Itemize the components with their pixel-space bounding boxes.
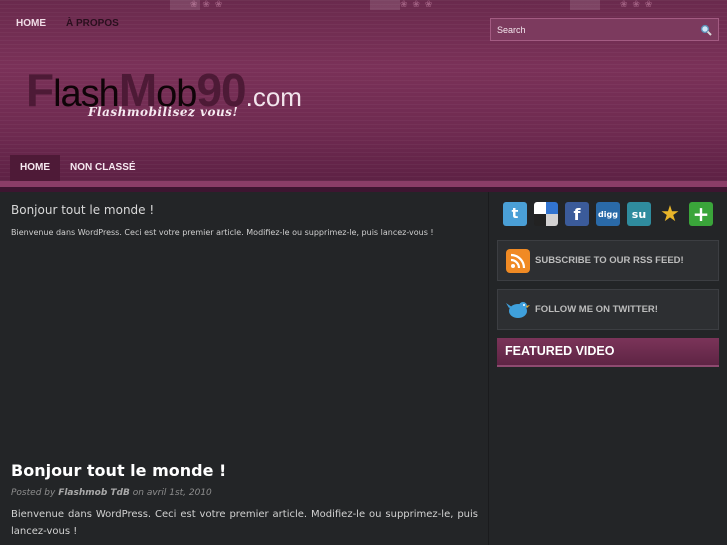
logo-tagline: Flashmobilisez vous! xyxy=(88,105,239,119)
stumbleupon-icon[interactable]: su xyxy=(627,202,651,226)
post-date: avril 1st, 2010 xyxy=(146,488,212,498)
main-nav-home[interactable]: HOME xyxy=(10,155,60,182)
facebook-icon[interactable]: f xyxy=(565,202,589,226)
header-ornament: ❀ ❀ ❀ ❀ ❀ ❀ ❀ ❀ ❀ xyxy=(0,0,727,10)
site-header: ❀ ❀ ❀ ❀ ❀ ❀ ❀ ❀ ❀ HOME À PROPOS FlashMob… xyxy=(0,0,727,192)
top-nav-home[interactable]: HOME xyxy=(16,18,46,29)
social-icons: t f digg su ★ + xyxy=(503,202,713,227)
search-icon[interactable] xyxy=(697,21,715,39)
add-plus-icon[interactable]: + xyxy=(689,202,713,226)
main-nav: HOME NON CLASSÉ xyxy=(10,155,146,182)
post-author-link[interactable]: Flashmob TdB xyxy=(58,488,130,498)
post-meta-on: on xyxy=(132,488,144,498)
twitter-icon[interactable]: t xyxy=(503,202,527,226)
main-content: Bonjour tout le monde ! Bienvenue dans W… xyxy=(0,192,489,545)
main-nav-non-classe[interactable]: NON CLASSÉ xyxy=(60,155,146,182)
sidebar: t f digg su ★ + SUBSCRIBE TO OUR RSS FEE… xyxy=(490,192,727,545)
featured-video-heading: FEATURED VIDEO xyxy=(497,338,719,367)
delicious-icon[interactable] xyxy=(534,202,558,226)
twitter-follow-label: FOLLOW ME ON TWITTER! xyxy=(535,304,658,315)
post-title[interactable]: Bonjour tout le monde ! xyxy=(11,461,226,480)
top-nav-a-propos[interactable]: À PROPOS xyxy=(66,18,119,29)
featured-excerpt-text: Bienvenue dans WordPress. Ceci est votre… xyxy=(11,228,434,237)
search-input[interactable] xyxy=(491,19,697,40)
rss-subscribe-box[interactable]: SUBSCRIBE TO OUR RSS FEED! xyxy=(497,240,719,281)
featured-excerpt-title[interactable]: Bonjour tout le monde ! xyxy=(11,203,154,217)
twitter-follow-box[interactable]: FOLLOW ME ON TWITTER! xyxy=(497,289,719,330)
favorite-star-icon[interactable]: ★ xyxy=(658,202,682,227)
twitter-bird-icon xyxy=(506,298,530,322)
site-logo[interactable]: FlashMob90.com Flashmobilisez vous! xyxy=(26,67,326,130)
top-nav: HOME À PROPOS xyxy=(16,18,119,29)
post-meta: Posted by Flashmob TdB on avril 1st, 201… xyxy=(11,488,212,498)
rss-subscribe-label: SUBSCRIBE TO OUR RSS FEED! xyxy=(535,255,684,266)
logo-letter-f: F xyxy=(26,64,54,116)
logo-domain-suffix: .com xyxy=(245,82,302,112)
digg-icon[interactable]: digg xyxy=(596,202,620,226)
post-body: Bienvenue dans WordPress. Ceci est votre… xyxy=(11,509,478,537)
post-meta-prefix: Posted by xyxy=(11,488,56,498)
search-box xyxy=(490,18,719,41)
rss-icon xyxy=(506,248,530,273)
